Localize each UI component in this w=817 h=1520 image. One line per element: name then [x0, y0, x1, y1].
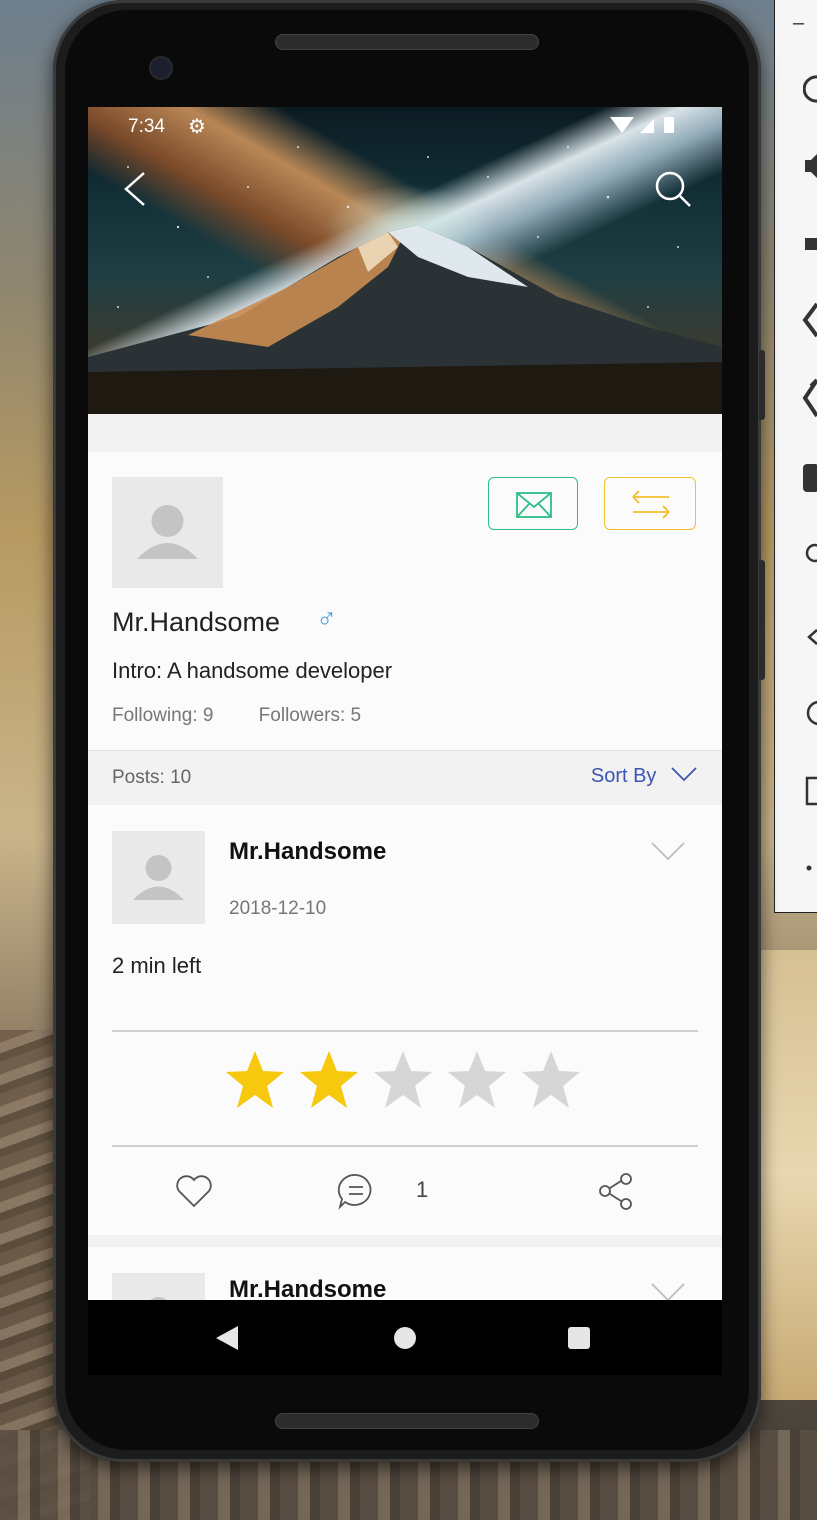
mail-icon: [516, 492, 552, 518]
star-icon[interactable]: [224, 1049, 286, 1111]
nav-home-icon[interactable]: [394, 1327, 416, 1349]
front-camera: [149, 56, 173, 80]
settings-icon: ⚙: [188, 116, 206, 138]
message-button[interactable]: [488, 477, 578, 530]
wifi-signal-battery-icon: [610, 117, 674, 133]
camera-icon[interactable]: [803, 460, 817, 496]
bottom-speaker: [275, 1413, 539, 1429]
star-icon[interactable]: [372, 1049, 434, 1111]
profile-card: Mr.Handsome ♂ Intro: A handsome develope…: [88, 452, 722, 750]
swap-arrows-icon: [632, 490, 670, 519]
more-icon[interactable]: [805, 860, 817, 874]
star-icon[interactable]: [446, 1049, 508, 1111]
rotate-left-icon[interactable]: [801, 302, 817, 338]
minimize-icon[interactable]: –: [793, 12, 804, 35]
sort-by-label: Sort By: [590, 765, 657, 787]
follow-toggle-button[interactable]: [604, 477, 696, 530]
overview-icon[interactable]: [803, 774, 817, 808]
followers-count[interactable]: Followers: 5: [259, 705, 361, 726]
back-icon[interactable]: [805, 622, 817, 652]
back-arrow-icon[interactable]: [120, 169, 150, 209]
divider: [112, 1030, 698, 1032]
volume-up-icon[interactable]: [803, 150, 817, 182]
nav-back-icon[interactable]: [216, 1326, 238, 1350]
star-rating[interactable]: [224, 1049, 594, 1115]
android-nav-bar: [88, 1300, 722, 1375]
post-actions: 1: [88, 1165, 722, 1215]
posts-count: Posts: 10: [112, 767, 192, 788]
phone-volume-button: [759, 560, 765, 680]
post-card[interactable]: Mr.Handsome 2018-12-10 2 min left 1: [88, 805, 722, 1235]
post-author-name[interactable]: Mr.Handsome: [229, 838, 386, 866]
user-placeholder-icon: [133, 855, 184, 900]
sort-by-button[interactable]: Sort By: [591, 765, 698, 788]
volume-down-icon[interactable]: [803, 230, 817, 258]
post-date: 2018-12-10: [229, 898, 327, 919]
heart-icon[interactable]: [174, 1173, 214, 1209]
divider: [112, 1145, 698, 1147]
post-card[interactable]: Mr.Handsome: [88, 1247, 722, 1307]
profile-intro: Intro: A handsome developer: [112, 658, 393, 683]
nav-recents-icon[interactable]: [568, 1327, 590, 1349]
post-author-avatar[interactable]: [112, 831, 205, 924]
earpiece-speaker: [275, 34, 539, 50]
user-placeholder-icon: [137, 505, 198, 559]
chevron-down-icon[interactable]: [650, 841, 686, 861]
follow-stats: Following: 9 Followers: 5: [112, 705, 401, 727]
chevron-down-icon[interactable]: [650, 1282, 686, 1302]
star-icon[interactable]: [520, 1049, 582, 1111]
profile-cover-image: 7:34 ⚙: [88, 107, 722, 414]
comment-icon[interactable]: [336, 1171, 376, 1211]
status-bar: 7:34 ⚙: [88, 107, 722, 145]
rotate-right-icon[interactable]: [801, 378, 817, 418]
emulator-toolbar: –: [774, 0, 817, 913]
zoom-in-icon[interactable]: [803, 538, 817, 568]
power-icon[interactable]: [803, 74, 817, 104]
profile-name: Mr.Handsome: [112, 607, 281, 637]
section-gap: [88, 1235, 722, 1247]
mountain-illustration: [88, 146, 722, 414]
section-gap: [88, 414, 722, 452]
app-screen: 7:34 ⚙ Mr.Handsome ♂ Intro: A handsome d…: [88, 107, 722, 1375]
posts-header: Posts: 10 Sort By: [88, 750, 722, 806]
star-icon[interactable]: [298, 1049, 360, 1111]
post-text: 2 min left: [112, 953, 202, 978]
phone-side-button: [759, 350, 765, 420]
home-icon[interactable]: [803, 696, 817, 728]
avatar[interactable]: [112, 477, 223, 588]
status-time: 7:34: [128, 116, 165, 137]
status-icons: [610, 115, 680, 140]
comment-count: 1: [416, 1177, 429, 1202]
share-icon[interactable]: [596, 1171, 636, 1211]
following-count[interactable]: Following: 9: [112, 705, 213, 726]
chevron-down-icon: [671, 767, 697, 782]
search-icon[interactable]: [653, 169, 693, 209]
male-icon: ♂: [316, 603, 337, 634]
